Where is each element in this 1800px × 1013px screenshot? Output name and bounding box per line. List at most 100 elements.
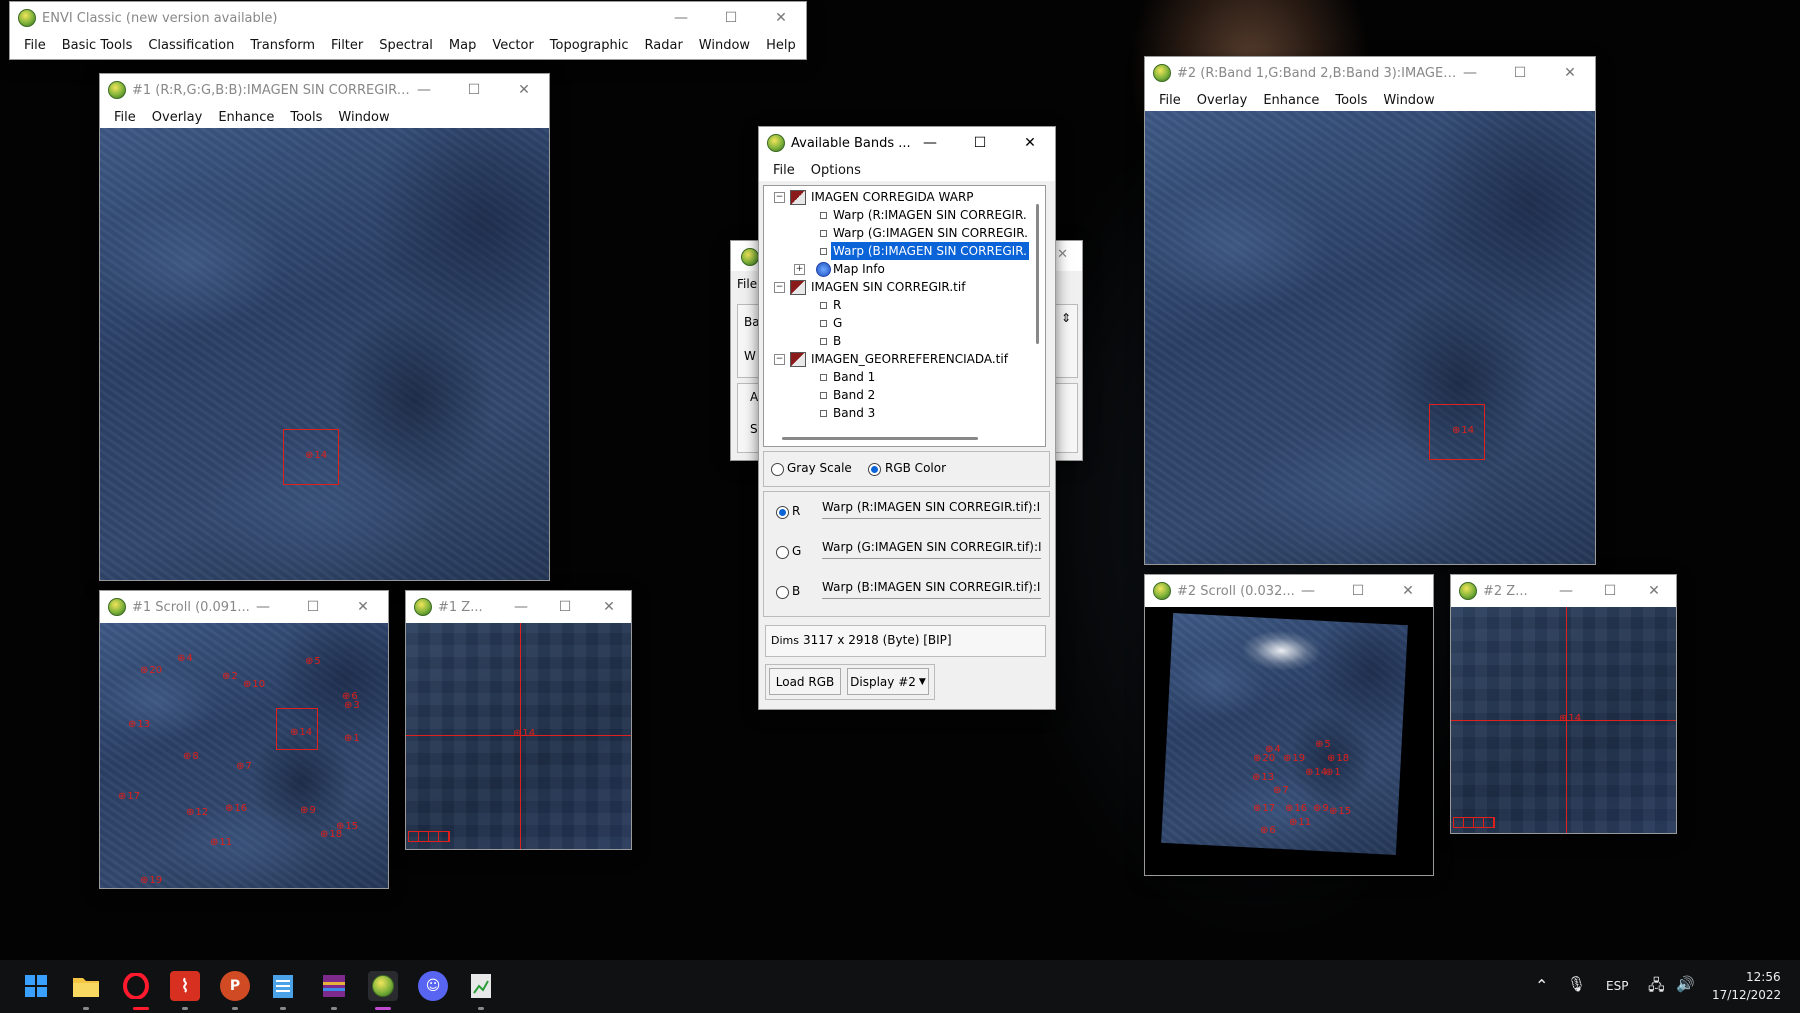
tree-band-node-selected[interactable]: Warp (B:IMAGEN SIN CORREGIR. xyxy=(764,242,1029,260)
vertical-scrollbar[interactable] xyxy=(1036,204,1039,344)
gcp-marker[interactable]: 18 xyxy=(1327,753,1349,764)
minimize-icon[interactable]: — xyxy=(399,74,449,106)
gcp-marker[interactable]: 17 xyxy=(118,791,140,802)
r-band-field[interactable]: Warp (R:IMAGEN SIN CORREGIR.tif):IM xyxy=(822,500,1041,519)
minimize-icon[interactable]: — xyxy=(1283,575,1333,607)
close-icon[interactable]: ✕ xyxy=(499,74,549,106)
menu-vector[interactable]: Vector xyxy=(484,38,541,53)
g-band-field[interactable]: Warp (G:IMAGEN SIN CORREGIR.tif):IM xyxy=(822,540,1041,559)
gcp-marker[interactable]: 14 xyxy=(305,450,327,461)
tree-band-node[interactable]: Band 1 xyxy=(764,368,1026,386)
minimize-icon[interactable]: — xyxy=(1544,575,1588,607)
image-view[interactable]: 14 xyxy=(1145,111,1595,564)
dialog-menu-fragment[interactable]: File xyxy=(737,277,757,291)
tree-band-node[interactable]: Warp (G:IMAGEN SIN CORREGIR. xyxy=(764,224,1028,242)
image-view[interactable]: 14 xyxy=(100,128,549,580)
gcp-marker[interactable]: 7 xyxy=(236,761,251,772)
zoom-view[interactable]: 14 xyxy=(406,623,631,849)
title-bar[interactable]: Available Bands ... — ☐ ✕ xyxy=(759,127,1055,159)
collapse-icon[interactable]: − xyxy=(774,282,785,293)
gcp-marker[interactable]: 19 xyxy=(1283,753,1305,764)
clock-time[interactable]: 12:56 xyxy=(1746,970,1781,984)
menu-file[interactable]: File xyxy=(106,110,144,125)
menu-file[interactable]: File xyxy=(16,38,54,53)
gcp-marker[interactable]: 14 xyxy=(1559,713,1581,724)
display-1-window[interactable]: #1 (R:R,G:G,B:B):IMAGEN SIN CORREGIR.tif… xyxy=(100,74,549,580)
maximize-icon[interactable]: ☐ xyxy=(543,591,587,623)
collapse-icon[interactable]: − xyxy=(774,192,785,203)
spreadsheet-icon[interactable] xyxy=(466,971,496,1001)
zoom-controls[interactable] xyxy=(408,831,450,842)
menu-overlay[interactable]: Overlay xyxy=(1189,93,1256,108)
b-channel-radio[interactable] xyxy=(776,586,789,599)
gcp-marker[interactable]: 13 xyxy=(128,719,150,730)
gcp-marker[interactable]: 9 xyxy=(300,805,315,816)
zoom-view[interactable]: 14 xyxy=(1451,607,1676,833)
scroll-view[interactable]: 4 5 20 19 18 13 14 1 7 17 16 9 15 11 6 xyxy=(1145,607,1433,875)
rgb-color-label[interactable]: RGB Color xyxy=(885,461,946,475)
gcp-marker[interactable]: 13 xyxy=(1252,772,1274,783)
tree-band-node[interactable]: B xyxy=(764,332,1026,350)
gcp-marker[interactable]: 9 xyxy=(1313,803,1328,814)
gcp-marker[interactable]: 10 xyxy=(243,679,265,690)
gcp-marker[interactable]: 3 xyxy=(344,700,359,711)
windows-start-icon[interactable] xyxy=(21,971,51,1001)
opera-browser-icon[interactable] xyxy=(121,971,151,1001)
scroll-1-window[interactable]: #1 Scroll (0.091... — ☐ ✕ 20 4 5 2 10 13… xyxy=(100,591,388,888)
minimize-icon[interactable]: — xyxy=(1445,57,1495,89)
gcp-marker[interactable]: 6 xyxy=(1260,825,1275,836)
menu-radar[interactable]: Radar xyxy=(637,38,691,53)
microphone-icon[interactable]: 🎙 xyxy=(1567,975,1586,993)
maximize-icon[interactable]: ☐ xyxy=(449,74,499,106)
collapse-icon[interactable]: − xyxy=(774,354,785,365)
gcp-marker[interactable]: 5 xyxy=(1315,739,1330,750)
close-icon[interactable]: ✕ xyxy=(1005,127,1055,159)
gcp-marker[interactable]: 12 xyxy=(186,807,208,818)
gcp-marker[interactable]: 1 xyxy=(344,733,359,744)
close-icon[interactable]: ✕ xyxy=(756,2,806,34)
minimize-icon[interactable]: — xyxy=(905,127,955,159)
menu-spectral[interactable]: Spectral xyxy=(371,38,441,53)
gcp-marker[interactable]: 20 xyxy=(140,665,162,676)
tree-band-node[interactable]: Band 3 xyxy=(764,404,1026,422)
zoom-1-window[interactable]: #1 Z... — ☐ ✕ 14 xyxy=(406,591,631,849)
scroll-2-window[interactable]: #2 Scroll (0.032... — ☐ ✕ 4 5 20 19 18 1… xyxy=(1145,575,1433,875)
envi-main-window[interactable]: ENVI Classic (new version available) — ☐… xyxy=(10,2,806,59)
tree-map-info-node[interactable]: + Map Info xyxy=(764,260,1026,278)
gcp-marker[interactable]: 14 xyxy=(290,727,312,738)
menu-classification[interactable]: Classification xyxy=(140,38,242,53)
input-language[interactable]: ESP xyxy=(1606,979,1628,993)
menu-window[interactable]: Window xyxy=(1375,93,1442,108)
menu-window[interactable]: Window xyxy=(330,110,397,125)
menu-map[interactable]: Map xyxy=(441,38,484,53)
b-band-field[interactable]: Warp (B:IMAGEN SIN CORREGIR.tif):IM xyxy=(822,580,1041,599)
title-bar[interactable]: #2 Scroll (0.032... — ☐ ✕ xyxy=(1145,575,1433,607)
gcp-marker[interactable]: 16 xyxy=(225,803,247,814)
gcp-marker[interactable]: 15 xyxy=(1329,806,1351,817)
menu-help[interactable]: Help xyxy=(758,38,804,53)
title-bar[interactable]: #2 (R:Band 1,G:Band 2,B:Band 3):IMAGEN_.… xyxy=(1145,57,1595,89)
tree-file-node[interactable]: − IMAGEN SIN CORREGIR.tif xyxy=(764,278,1026,296)
gcp-marker[interactable]: 1 xyxy=(1325,767,1340,778)
menu-file[interactable]: File xyxy=(765,163,803,178)
gray-scale-radio[interactable] xyxy=(771,463,784,476)
menu-transform[interactable]: Transform xyxy=(242,38,323,53)
tree-file-node[interactable]: − IMAGEN_GEORREFERENCIADA.tif xyxy=(764,350,1026,368)
notepad-icon[interactable] xyxy=(268,971,298,1001)
title-bar[interactable]: #1 Z... — ☐ ✕ xyxy=(406,591,631,623)
menu-tools[interactable]: Tools xyxy=(282,110,330,125)
r-channel-radio[interactable] xyxy=(776,506,789,519)
gcp-marker[interactable]: 11 xyxy=(210,837,232,848)
tree-band-node[interactable]: Warp (R:IMAGEN SIN CORREGIR. xyxy=(764,206,1027,224)
maximize-icon[interactable]: ☐ xyxy=(706,2,756,34)
winrar-icon[interactable] xyxy=(319,971,349,1001)
network-icon[interactable]: 🖧 xyxy=(1648,975,1665,1000)
tray-overflow-icon[interactable]: ⌃ xyxy=(1535,976,1548,995)
volume-icon[interactable]: 🔊 xyxy=(1676,975,1695,993)
gcp-marker[interactable]: 14 xyxy=(513,728,535,739)
close-icon[interactable]: ✕ xyxy=(1632,575,1676,607)
expand-icon[interactable]: + xyxy=(794,264,805,275)
menu-filter[interactable]: Filter xyxy=(323,38,371,53)
gcp-marker[interactable]: 7 xyxy=(1273,785,1288,796)
menu-tools[interactable]: Tools xyxy=(1327,93,1375,108)
